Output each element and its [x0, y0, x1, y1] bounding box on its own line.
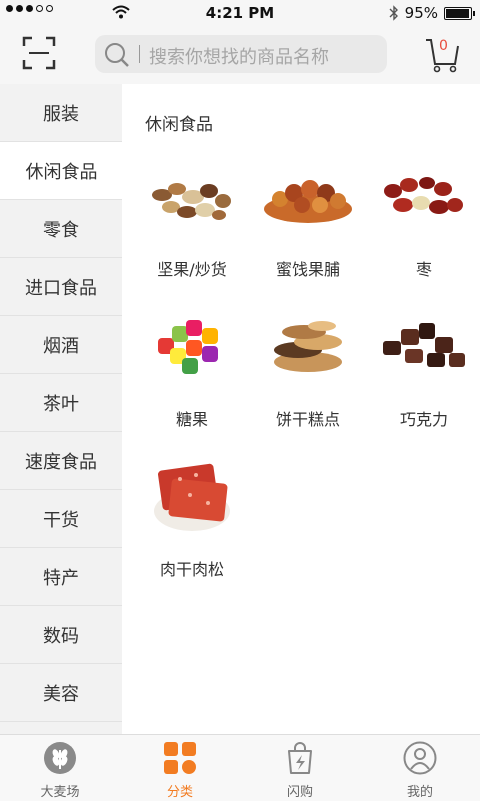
product-label: 蜜饯果脯 — [275, 260, 340, 279]
wheat-icon — [44, 742, 76, 774]
product-label: 肉干肉松 — [159, 560, 224, 579]
product-item[interactable]: 坚果/炒货 — [134, 162, 250, 302]
tab-flash-sale[interactable]: 闪购 — [240, 735, 360, 801]
scan-icon[interactable] — [22, 36, 56, 70]
tab-label: 大麦场 — [40, 785, 80, 800]
sidebar-item-clothing[interactable]: 服装 — [0, 84, 122, 142]
sidebar-item-digital[interactable]: 数码 — [0, 606, 122, 664]
product-label: 糖果 — [175, 410, 208, 429]
tab-label: 分类 — [166, 785, 193, 800]
product-item[interactable]: 蜜饯果脯 — [250, 162, 366, 302]
product-item[interactable]: 枣 — [366, 162, 480, 302]
search-placeholder: 搜索你想找的商品名称 — [149, 47, 329, 68]
category-sidebar: 服装 休闲食品 零食 进口食品 烟酒 茶叶 速度食品 干货 特产 数码 美容 — [0, 84, 123, 734]
header: 搜索你想找的商品名称 0 — [0, 26, 480, 84]
product-item[interactable]: 饼干糕点 — [250, 312, 366, 452]
tab-label: 闪购 — [286, 785, 313, 800]
cart-count-badge: 0 — [439, 38, 448, 54]
category-grid-icon — [164, 742, 196, 774]
chocolate-image — [383, 323, 465, 367]
nuts-image — [152, 183, 231, 220]
jujube-image — [384, 177, 463, 214]
sidebar-item-tobacco-alcohol[interactable]: 烟酒 — [0, 316, 122, 374]
sidebar-item-snacks[interactable]: 零食 — [0, 200, 122, 258]
product-item[interactable]: 巧克力 — [366, 312, 480, 452]
product-label: 坚果/炒货 — [157, 260, 227, 279]
product-item[interactable]: 糖果 — [134, 312, 250, 452]
dried-fruit-image — [264, 180, 352, 223]
tab-category[interactable]: 分类 — [120, 735, 240, 801]
battery-icon — [444, 6, 475, 20]
sidebar-item-specialty[interactable]: 特产 — [0, 548, 122, 606]
product-label: 枣 — [415, 260, 432, 279]
cart-button[interactable]: 0 — [424, 34, 460, 74]
section-title: 休闲食品 — [145, 115, 213, 135]
sidebar-item-imported-food[interactable]: 进口食品 — [0, 258, 122, 316]
battery-percent: 95% — [404, 4, 438, 22]
product-item[interactable]: 肉干肉松 — [134, 462, 250, 602]
candy-image — [158, 320, 218, 374]
tab-label: 我的 — [406, 785, 433, 800]
jerky-image — [154, 463, 230, 531]
sidebar-item-beauty[interactable]: 美容 — [0, 664, 122, 722]
search-input[interactable]: 搜索你想找的商品名称 — [95, 35, 387, 73]
product-label: 饼干糕点 — [275, 410, 340, 429]
bottom-tab-bar: 大麦场 分类 闪购 我的 — [0, 734, 480, 801]
sidebar-item-dry-goods[interactable]: 干货 — [0, 490, 122, 548]
product-label: 巧克力 — [399, 410, 448, 429]
sidebar-item-snack-food[interactable]: 休闲食品 — [0, 142, 122, 200]
tab-profile[interactable]: 我的 — [360, 735, 480, 801]
user-icon — [403, 741, 437, 775]
search-icon — [105, 43, 129, 67]
tab-home[interactable]: 大麦场 — [0, 735, 120, 801]
flash-bag-icon — [288, 742, 312, 774]
bluetooth-icon — [389, 5, 398, 21]
sidebar-item-instant-food[interactable]: 速度食品 — [0, 432, 122, 490]
sidebar-item-tea[interactable]: 茶叶 — [0, 374, 122, 432]
category-content: 休闲食品 坚果/炒货 蜜饯果脯 枣 糖果 饼干糕点 巧克力 肉干肉松 — [122, 84, 480, 734]
biscuit-image — [274, 321, 342, 372]
status-bar: 4:21 PM 95% — [0, 0, 480, 26]
